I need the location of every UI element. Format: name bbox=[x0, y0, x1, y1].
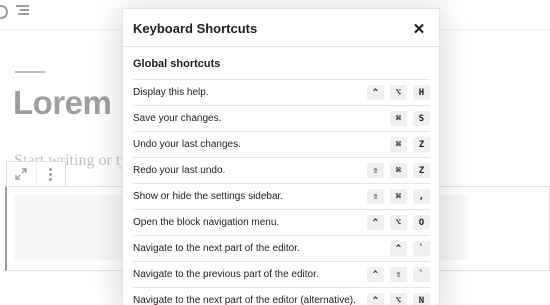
shortcut-key: Z bbox=[413, 137, 430, 152]
shortcut-key: Z bbox=[413, 163, 430, 178]
shortcut-row: Navigate to the next part of the editor.… bbox=[133, 235, 430, 261]
close-icon[interactable]: ✕ bbox=[409, 19, 429, 39]
shortcut-key: O bbox=[413, 215, 430, 230]
shortcut-description: Navigate to the next part of the editor. bbox=[133, 243, 300, 254]
shortcut-description: Redo your last undo. bbox=[133, 165, 226, 176]
shortcut-key: ` bbox=[413, 267, 430, 282]
shortcut-keys: ⇧ ⌘ Z bbox=[367, 163, 430, 178]
shortcut-key: H bbox=[413, 85, 430, 100]
shortcut-key: ^ bbox=[390, 241, 407, 256]
shortcut-key: ⇧ bbox=[390, 267, 407, 282]
shortcut-keys: ^ ` bbox=[390, 241, 430, 256]
shortcut-key: S bbox=[413, 111, 430, 126]
modal-title: Keyboard Shortcuts bbox=[133, 21, 258, 36]
shortcut-row: Navigate to the previous part of the edi… bbox=[133, 261, 430, 287]
shortcut-row: Save your changes. ⌘ S bbox=[133, 105, 430, 131]
shortcut-keys: ⌘ S bbox=[390, 111, 430, 126]
shortcut-key: N bbox=[413, 293, 430, 305]
shortcut-row: Show or hide the settings sidebar. ⇧ ⌘, bbox=[133, 183, 430, 209]
shortcut-description: Show or hide the settings sidebar. bbox=[133, 191, 284, 202]
shortcut-key: ⌘ bbox=[390, 189, 407, 204]
shortcut-key: ^ bbox=[367, 85, 384, 100]
shortcut-description: Save your changes. bbox=[133, 113, 222, 124]
shortcut-key: ^ bbox=[367, 293, 384, 305]
shortcut-key: ⌘ bbox=[390, 163, 407, 178]
shortcut-keys: ^ ⌥ H bbox=[367, 85, 430, 100]
shortcut-row: Open the block navigation menu. ^ ⌥ O bbox=[133, 209, 430, 235]
keyboard-shortcuts-modal: Keyboard Shortcuts ✕ Global shortcuts Di… bbox=[122, 8, 440, 305]
shortcut-row: Redo your last undo. ⇧ ⌘ Z bbox=[133, 157, 430, 183]
shortcut-row: Undo your last changes. ⌘ Z bbox=[133, 131, 430, 157]
shortcut-key: ⌥ bbox=[390, 85, 407, 100]
shortcut-key: ` bbox=[413, 241, 430, 256]
shortcut-description: Navigate to the next part of the editor … bbox=[133, 295, 356, 305]
shortcut-keys: ⌘ Z bbox=[390, 137, 430, 152]
shortcut-list: Display this help. ^ ⌥ H Save your changes. ⌘… bbox=[123, 79, 439, 305]
shortcut-keys: ^ ⇧ ` bbox=[367, 267, 430, 282]
shortcut-keys: ^ ⌥ N bbox=[367, 293, 430, 305]
shortcut-key: ⌥ bbox=[390, 293, 407, 305]
shortcut-keys: ⇧ ⌘, bbox=[367, 189, 430, 204]
shortcut-description: Undo your last changes. bbox=[133, 139, 241, 150]
shortcut-key: ^ bbox=[367, 267, 384, 282]
shortcut-key: ⌥ bbox=[390, 215, 407, 230]
shortcut-description: Display this help. bbox=[133, 87, 209, 98]
shortcut-row: Navigate to the next part of the editor … bbox=[133, 287, 430, 305]
shortcut-row: Display this help. ^ ⌥ H bbox=[133, 79, 430, 105]
shortcut-description: Open the block navigation menu. bbox=[133, 217, 280, 228]
shortcut-key: ⇧ bbox=[367, 189, 384, 204]
shortcut-key: ⌘ bbox=[390, 111, 407, 126]
modal-header: Keyboard Shortcuts ✕ bbox=[123, 9, 439, 47]
shortcut-keys: ^ ⌥ O bbox=[367, 215, 430, 230]
shortcut-key: ⌘ bbox=[390, 137, 407, 152]
shortcut-key: ⇧ bbox=[367, 163, 384, 178]
shortcut-description: Navigate to the previous part of the edi… bbox=[133, 269, 319, 280]
section-title: Global shortcuts bbox=[133, 58, 221, 70]
shortcut-key: ^ bbox=[367, 215, 384, 230]
shortcut-key: , bbox=[413, 189, 430, 204]
